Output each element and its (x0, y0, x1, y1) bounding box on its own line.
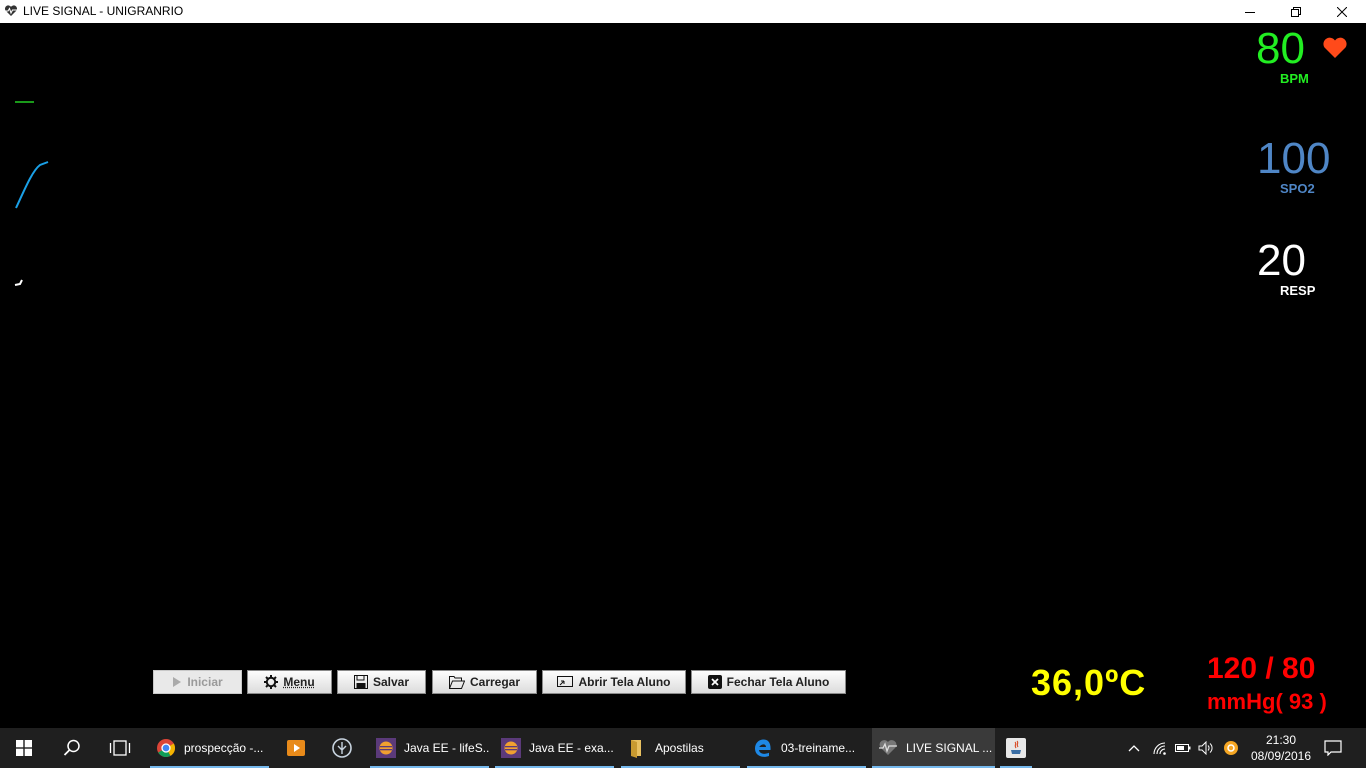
play-icon (173, 677, 182, 687)
taskbar-app-label: prospecção -... (184, 741, 264, 755)
taskbar-app-eclipse-2[interactable]: Java EE - exa... (495, 728, 614, 768)
clock[interactable]: 21:30 08/09/2016 (1246, 728, 1316, 768)
save-button[interactable]: Salvar (337, 670, 426, 694)
taskbar-app-java[interactable] (1000, 728, 1032, 768)
task-view-button[interactable] (96, 728, 144, 768)
window-title: LIVE SIGNAL - UNIGRANRIO (23, 4, 184, 18)
clock-date: 08/09/2016 (1250, 749, 1312, 763)
floppy-disk-icon (353, 675, 368, 689)
window-title-bar[interactable]: LIVE SIGNAL - UNIGRANRIO (0, 0, 1366, 23)
folder-icon (631, 740, 641, 758)
clock-time: 21:30 (1265, 733, 1297, 747)
search-button[interactable] (48, 728, 96, 768)
menu-button[interactable]: Menu (247, 670, 332, 694)
taskbar-app-eclipse-1[interactable]: Java EE - lifeS... (370, 728, 489, 768)
menu-button-label: Menu (283, 675, 315, 689)
heart-rate-label: BPM (1280, 71, 1309, 86)
taskbar-app-live-signal[interactable]: LIVE SIGNAL ... (872, 728, 995, 768)
resp-value: 20 (1257, 236, 1306, 285)
maximize-icon (1291, 6, 1301, 17)
heart-pulse-icon (4, 5, 18, 16)
close-box-icon (707, 675, 722, 689)
start-menu-button[interactable] (0, 728, 48, 768)
taskbar-app-media[interactable] (274, 728, 318, 768)
media-player-icon (287, 740, 305, 756)
taskbar-app-label: LIVE SIGNAL ... (906, 741, 993, 755)
action-center-button[interactable] (1318, 728, 1348, 768)
tray-app-button[interactable] (1221, 728, 1241, 768)
resp-label: RESP (1280, 283, 1316, 298)
network-button[interactable] (1151, 728, 1169, 768)
java-icon (1006, 738, 1026, 758)
eclipse-icon (501, 738, 521, 758)
wifi-icon (1152, 741, 1166, 755)
taskbar: prospecção -... Java EE - lifeS... Java … (0, 728, 1366, 768)
battery-icon (1175, 744, 1191, 752)
close-student-screen-button[interactable]: Fechar Tela Aluno (691, 670, 846, 694)
start-button[interactable]: Iniciar (153, 670, 242, 694)
minimize-icon (1245, 11, 1255, 13)
orange-circle-icon (1224, 741, 1238, 755)
start-button-label: Iniciar (187, 675, 223, 689)
blood-pressure-unit: mmHg( 93 ) (1207, 689, 1327, 714)
taskbar-app-label: Java EE - exa... (529, 741, 614, 755)
eclipse-icon (376, 738, 396, 758)
taskbar-app-explorer[interactable]: Apostilas (621, 728, 740, 768)
load-button[interactable]: Carregar (432, 670, 537, 694)
blood-pressure-value: 120 / 80 (1207, 652, 1316, 685)
battery-button[interactable] (1173, 728, 1193, 768)
chevron-up-icon (1128, 745, 1140, 752)
screen-share-icon (557, 675, 574, 687)
load-button-label: Carregar (469, 675, 521, 689)
taskbar-app-label: Apostilas (655, 741, 704, 755)
open-folder-icon (448, 675, 465, 689)
taskbar-app-chrome[interactable]: prospecção -... (150, 728, 269, 768)
minimize-button[interactable] (1227, 0, 1273, 23)
app-icon (332, 738, 352, 758)
temperature-value: 36,0ºC (1031, 662, 1147, 703)
gear-icon (264, 675, 279, 689)
taskbar-app-edge[interactable]: 03-treiname... (747, 728, 866, 768)
chrome-icon (157, 739, 176, 758)
volume-button[interactable] (1196, 728, 1216, 768)
close-icon (1337, 6, 1347, 17)
spo2-value: 100 (1257, 134, 1331, 183)
save-button-label: Salvar (372, 675, 410, 689)
search-icon (63, 739, 80, 756)
volume-icon (1198, 741, 1213, 755)
maximize-button[interactable] (1273, 0, 1319, 23)
open-student-screen-label: Abrir Tela Aluno (578, 675, 671, 689)
resp-waveform (14, 279, 23, 286)
open-student-screen-button[interactable]: Abrir Tela Aluno (542, 670, 686, 694)
monitor-display: 80 BPM 100 SPO2 20 RESP 36,0ºC 120 / 80 … (0, 23, 1366, 728)
heart-rate-value: 80 (1256, 24, 1305, 73)
spo2-label: SPO2 (1280, 181, 1315, 196)
taskbar-app-generic[interactable] (320, 728, 364, 768)
notification-icon (1324, 740, 1342, 756)
windows-logo-icon (16, 740, 32, 756)
pleth-waveform (15, 161, 49, 209)
heart-icon (1323, 37, 1347, 58)
task-view-icon (109, 740, 131, 756)
close-button[interactable] (1319, 0, 1365, 23)
edge-icon (755, 739, 771, 757)
waveform-area (14, 101, 49, 286)
show-hidden-icons-button[interactable] (1124, 728, 1144, 768)
taskbar-app-label: Java EE - lifeS... (404, 741, 489, 755)
close-student-screen-label: Fechar Tela Aluno (726, 675, 830, 689)
taskbar-app-label: 03-treiname... (781, 741, 856, 755)
heart-pulse-icon (879, 740, 897, 755)
